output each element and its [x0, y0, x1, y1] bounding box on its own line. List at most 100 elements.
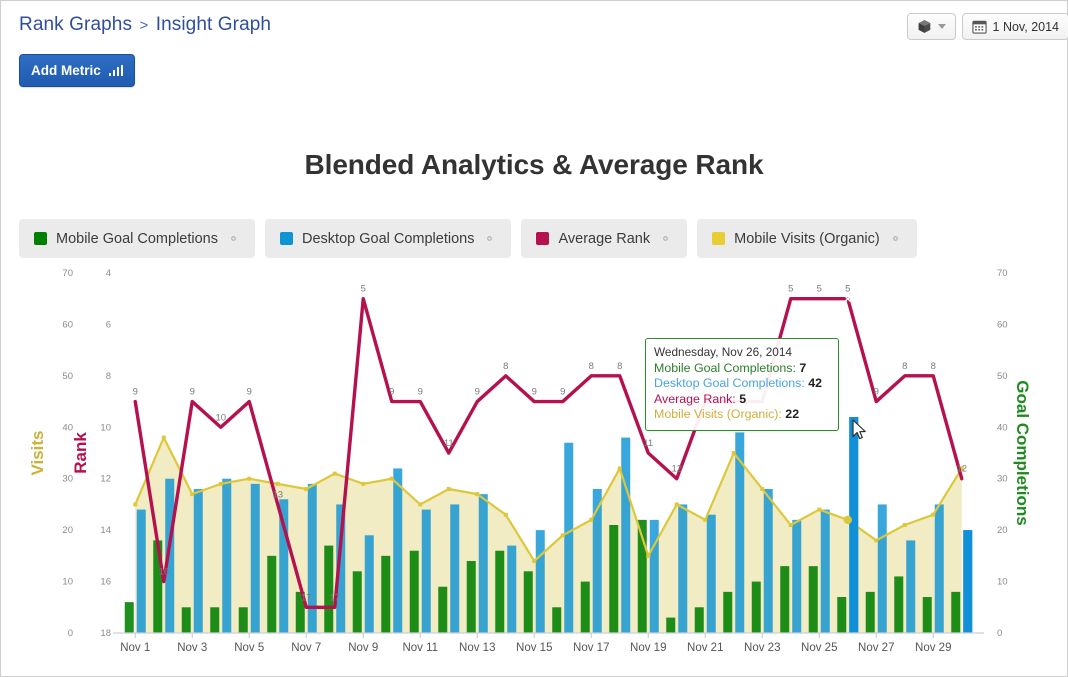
- bar-desktop-goal-completions[interactable]: [507, 545, 517, 633]
- bar-desktop-goal-completions[interactable]: [649, 519, 659, 633]
- series-point-label-average-rank: 8: [589, 361, 594, 372]
- bar-mobile-goal-completions[interactable]: [352, 571, 362, 633]
- bar-chart-icon: [108, 65, 124, 76]
- bar-mobile-goal-completions[interactable]: [808, 566, 818, 633]
- breadcrumb-current[interactable]: Insight Graph: [156, 14, 271, 35]
- legend-chip-mobile-goal-completions[interactable]: Mobile Goal Completions: [19, 219, 255, 258]
- legend-chip-desktop-goal-completions[interactable]: Desktop Goal Completions: [265, 219, 512, 258]
- add-metric-button[interactable]: Add Metric: [19, 54, 136, 87]
- bar-desktop-goal-completions[interactable]: [364, 535, 374, 633]
- bar-mobile-goal-completions[interactable]: [552, 607, 562, 633]
- calendar-icon: [971, 20, 987, 34]
- bar-desktop-goal-completions[interactable]: [792, 519, 802, 633]
- y-axis-tick-rank: 4: [106, 268, 111, 279]
- bar-desktop-goal-completions[interactable]: [906, 540, 916, 633]
- series-point-mobile-visits-organic: [161, 435, 166, 440]
- y-axis-tick-goals: 20: [997, 525, 1008, 536]
- series-point-mobile-visits-organic: [788, 523, 793, 527]
- legend-chip-average-rank[interactable]: Average Rank: [521, 219, 688, 258]
- series-point-mobile-visits-organic: [190, 492, 195, 497]
- bar-mobile-goal-completions[interactable]: [723, 591, 733, 633]
- bar-desktop-goal-completions[interactable]: [250, 483, 260, 633]
- series-point-mobile-visits-organic: [902, 523, 907, 527]
- bar-mobile-goal-completions[interactable]: [666, 617, 676, 633]
- legend-label: Mobile Goal Completions: [56, 230, 218, 247]
- bar-mobile-goal-completions[interactable]: [751, 581, 761, 633]
- bar-desktop-goal-completions[interactable]: [478, 494, 488, 633]
- series-point-label-average-rank: 9: [190, 387, 195, 398]
- series-point-mobile-visits-organic: [646, 553, 651, 558]
- bar-desktop-goal-completions[interactable]: [564, 442, 574, 633]
- bar-mobile-goal-completions[interactable]: [837, 597, 847, 633]
- bar-desktop-goal-completions[interactable]: [421, 509, 431, 633]
- bar-desktop-goal-completions[interactable]: [450, 504, 460, 633]
- bar-desktop-goal-completions[interactable]: [621, 437, 631, 633]
- bar-highlighted-desktop-goal-completions[interactable]: [849, 417, 859, 633]
- bar-mobile-goal-completions[interactable]: [438, 586, 448, 633]
- breadcrumb-separator: >: [139, 17, 149, 34]
- legend-label: Mobile Visits (Organic): [734, 230, 880, 247]
- series-point-mobile-visits-organic: [931, 512, 936, 517]
- bar-desktop-goal-completions[interactable]: [735, 432, 745, 633]
- bar-mobile-goal-completions[interactable]: [409, 550, 419, 633]
- breadcrumb-root[interactable]: Rank Graphs: [19, 14, 132, 35]
- bar-mobile-goal-completions[interactable]: [267, 555, 277, 633]
- bar-desktop-goal-completions[interactable]: [763, 489, 773, 633]
- x-axis-tick-label: Nov 23: [744, 642, 780, 654]
- series-point-label-average-rank: 9: [874, 387, 879, 398]
- y-axis-tick-visits: 30: [62, 474, 73, 485]
- bar-desktop-goal-completions[interactable]: [136, 509, 146, 633]
- bar-desktop-goal-completions[interactable]: [193, 489, 203, 633]
- chart-svg[interactable]: 0 10 20 30 40 50 60 70 4 6 8 10 12 14 16 18 0 10 20 30 40 50 6…: [1, 263, 1068, 658]
- series-point-label-average-rank: 16: [158, 567, 169, 578]
- bar-mobile-goal-completions[interactable]: [609, 525, 619, 633]
- bar-mobile-goal-completions[interactable]: [124, 602, 134, 633]
- bar-desktop-goal-completions[interactable]: [307, 483, 317, 633]
- bar-mobile-goal-completions[interactable]: [210, 607, 220, 633]
- bar-mobile-goal-completions[interactable]: [694, 607, 704, 633]
- gear-icon[interactable]: [483, 232, 496, 245]
- y-axis-tick-rank: 16: [100, 577, 111, 588]
- bar-mobile-goal-completions[interactable]: [495, 550, 505, 633]
- series-point-mobile-visits-organic: [304, 487, 309, 491]
- bar-desktop-goal-completions[interactable]: [678, 504, 688, 633]
- bar-desktop-goal-completions[interactable]: [535, 530, 545, 633]
- bar-desktop-goal-completions[interactable]: [393, 468, 403, 633]
- bar-mobile-goal-completions[interactable]: [780, 566, 790, 633]
- bar-mobile-goal-completions[interactable]: [381, 555, 391, 633]
- gear-icon[interactable]: [659, 232, 672, 245]
- date-picker-button[interactable]: 1 Nov, 2014: [961, 13, 1068, 40]
- bar-desktop-goal-completions[interactable]: [706, 514, 716, 633]
- project-selector-button[interactable]: [906, 13, 956, 40]
- bar-mobile-goal-completions[interactable]: [894, 576, 904, 633]
- tooltip-row-mobile-visits-organic: Mobile Visits (Organic): 22: [654, 407, 800, 421]
- y-axis-tick-goals: 60: [997, 319, 1008, 330]
- series-point-mobile-visits-organic: [275, 481, 280, 486]
- y-axis-title-rank: Rank: [71, 432, 90, 474]
- bar-mobile-goal-completions[interactable]: [181, 607, 191, 633]
- bar-desktop-goal-completions[interactable]: [820, 509, 830, 633]
- bar-desktop-goal-completions[interactable]: [222, 478, 232, 633]
- series-point-mobile-visits-organic: [674, 502, 679, 507]
- bar-mobile-goal-completions[interactable]: [466, 561, 476, 633]
- gear-icon[interactable]: [889, 232, 902, 245]
- bar-mobile-goal-completions[interactable]: [523, 571, 533, 633]
- bar-desktop-goal-completions[interactable]: [877, 504, 887, 633]
- bar-mobile-goal-completions[interactable]: [324, 545, 334, 633]
- series-point-label-average-rank: 5: [817, 284, 822, 295]
- chart-plot-area[interactable]: 0 10 20 30 40 50 60 70 4 6 8 10 12 14 16 18 0 10 20 30 40 50 6…: [1, 263, 1068, 658]
- bar-desktop-goal-completions[interactable]: [934, 504, 944, 633]
- bar-mobile-goal-completions[interactable]: [951, 591, 961, 633]
- bar-mobile-goal-completions[interactable]: [922, 597, 932, 633]
- legend-chip-mobile-visits-organic[interactable]: Mobile Visits (Organic): [697, 219, 917, 258]
- legend-label: Average Rank: [558, 230, 651, 247]
- chart-legend: Mobile Goal Completions Desktop Goal Com…: [19, 219, 917, 258]
- bar-desktop-goal-completions[interactable]: [963, 530, 973, 633]
- tooltip-row-average-rank: Average Rank: 5: [654, 391, 747, 406]
- bar-mobile-goal-completions[interactable]: [238, 607, 248, 633]
- series-point-label-average-rank: 12: [671, 464, 682, 475]
- gear-icon[interactable]: [227, 232, 240, 245]
- bar-mobile-goal-completions[interactable]: [865, 591, 875, 633]
- bar-mobile-goal-completions[interactable]: [580, 581, 590, 633]
- y-axis-tick-visits: 60: [62, 319, 73, 330]
